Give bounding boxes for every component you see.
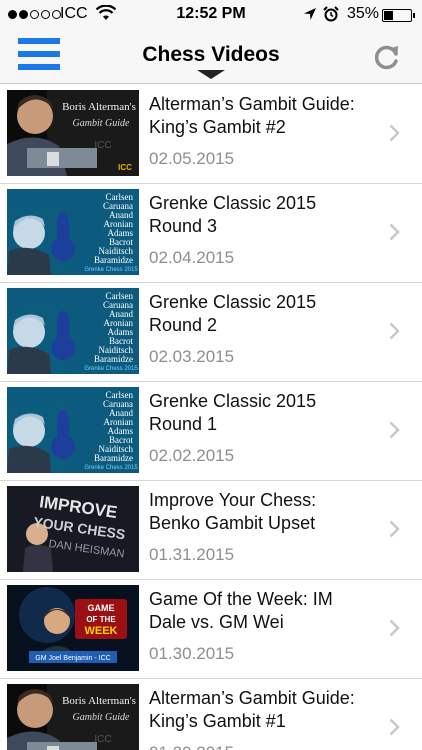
chevron-right-icon	[389, 322, 400, 340]
hamburger-menu-button[interactable]	[14, 36, 64, 72]
video-date: 01.29.2015	[149, 743, 234, 750]
video-title: Alterman’s Gambit Guide: King’s Gambit #…	[149, 688, 355, 731]
battery-percentage: 35%	[346, 5, 379, 22]
video-date: 02.04.2015	[149, 248, 235, 267]
thumb-watermark: ICC	[94, 140, 111, 151]
location-arrow-icon	[304, 8, 316, 20]
menu-bar	[18, 38, 60, 44]
video-title: Game Of the Week: IM Dale vs. GM Wei	[149, 589, 333, 632]
chevron-right-icon	[389, 619, 400, 637]
thumb-player-name: Baramidze	[94, 354, 133, 364]
thumb-brand: ICC	[118, 163, 132, 172]
video-thumbnail: IMPROVE YOUR CHESS DAN HEISMAN	[7, 486, 139, 572]
alarm-clock-icon	[323, 6, 339, 22]
menu-bar	[18, 51, 60, 57]
video-thumbnail: GAME OF THE WEEK GM Joel Benjamin - ICC	[7, 585, 139, 671]
video-date: 02.05.2015	[149, 149, 235, 168]
video-list-item[interactable]: GAME OF THE WEEK GM Joel Benjamin - ICC …	[0, 580, 422, 679]
battery-icon	[382, 9, 412, 22]
chevron-right-icon	[389, 124, 400, 142]
refresh-icon[interactable]	[370, 40, 404, 74]
video-title: Grenke Classic 2015 Round 3	[149, 193, 317, 236]
thumb-line2: OF THE	[86, 615, 116, 624]
menu-bar	[18, 64, 60, 70]
thumb-caption: GM Joel Benjamin - ICC	[35, 655, 110, 662]
thumb-player-name: Baramidze	[94, 255, 133, 265]
chevron-right-icon	[389, 718, 400, 736]
video-title: Grenke Classic 2015 Round 1	[149, 391, 317, 434]
video-title: Alterman’s Gambit Guide: King’s Gambit #…	[149, 94, 355, 137]
video-list-item[interactable]: Carlsen Caruana Anand Aronian Adams Bacrot Nai…	[0, 283, 422, 382]
thumb-watermark: ICC	[94, 734, 111, 745]
video-thumbnail: Boris Alterman's Gambit Guide ICC ICC	[7, 684, 139, 750]
thumb-subheading: Gambit Guide	[73, 118, 131, 129]
thumb-line3: WEEK	[85, 625, 118, 637]
video-list-item[interactable]: Boris Alterman's Gambit Guide ICC ICC Al…	[0, 679, 422, 750]
thumb-caption: Grenke Chess 2015	[84, 267, 138, 273]
video-date: 02.03.2015	[149, 347, 235, 366]
video-thumbnail: Carlsen Caruana Anand Aronian Adams Bacrot Nai…	[7, 288, 139, 374]
video-list: Boris Alterman's Gambit Guide ICC ICC Al…	[0, 85, 422, 750]
video-title: Grenke Classic 2015 Round 2	[149, 292, 317, 335]
video-thumbnail: Carlsen Caruana Anand Aronian Adams Bacrot Nai…	[7, 189, 139, 275]
video-thumbnail: Carlsen Caruana Anand Aronian Adams Bacrot Nai…	[7, 387, 139, 473]
battery-tip	[413, 13, 415, 18]
thumb-heading: Boris Alterman's	[62, 101, 136, 113]
video-list-item[interactable]: Carlsen Caruana Anand Aronian Adams Bacrot Nai…	[0, 184, 422, 283]
thumb-player-name: Baramidze	[94, 453, 133, 463]
video-list-item[interactable]: Boris Alterman's Gambit Guide ICC ICC Al…	[0, 85, 422, 184]
battery-level	[384, 11, 393, 20]
video-date: 02.02.2015	[149, 446, 235, 465]
video-list-item[interactable]: IMPROVE YOUR CHESS DAN HEISMAN Improve Y…	[0, 481, 422, 580]
video-title: Improve Your Chess: Benko Gambit Upset	[149, 490, 317, 533]
page-title[interactable]: Chess Videos	[100, 43, 322, 67]
thumb-line1: GAME	[88, 603, 115, 613]
video-thumbnail: Boris Alterman's Gambit Guide ICC ICC	[7, 90, 139, 176]
video-date: 01.30.2015	[149, 644, 235, 663]
caret-down-icon[interactable]	[197, 70, 225, 79]
chevron-right-icon	[389, 520, 400, 538]
status-bar: ICC 12:52 PM 35%	[0, 0, 422, 30]
thumb-caption: Grenke Chess 2015	[84, 465, 138, 471]
chevron-right-icon	[389, 421, 400, 439]
thumb-heading: Boris Alterman's	[62, 695, 136, 707]
navigation-bar: Chess Videos	[0, 30, 422, 84]
video-date: 01.31.2015	[149, 545, 235, 564]
video-list-item[interactable]: Carlsen Caruana Anand Aronian Adams Bacrot Nai…	[0, 382, 422, 481]
thumb-caption: Grenke Chess 2015	[84, 366, 138, 372]
chevron-right-icon	[389, 223, 400, 241]
thumb-subheading: Gambit Guide	[73, 712, 131, 723]
